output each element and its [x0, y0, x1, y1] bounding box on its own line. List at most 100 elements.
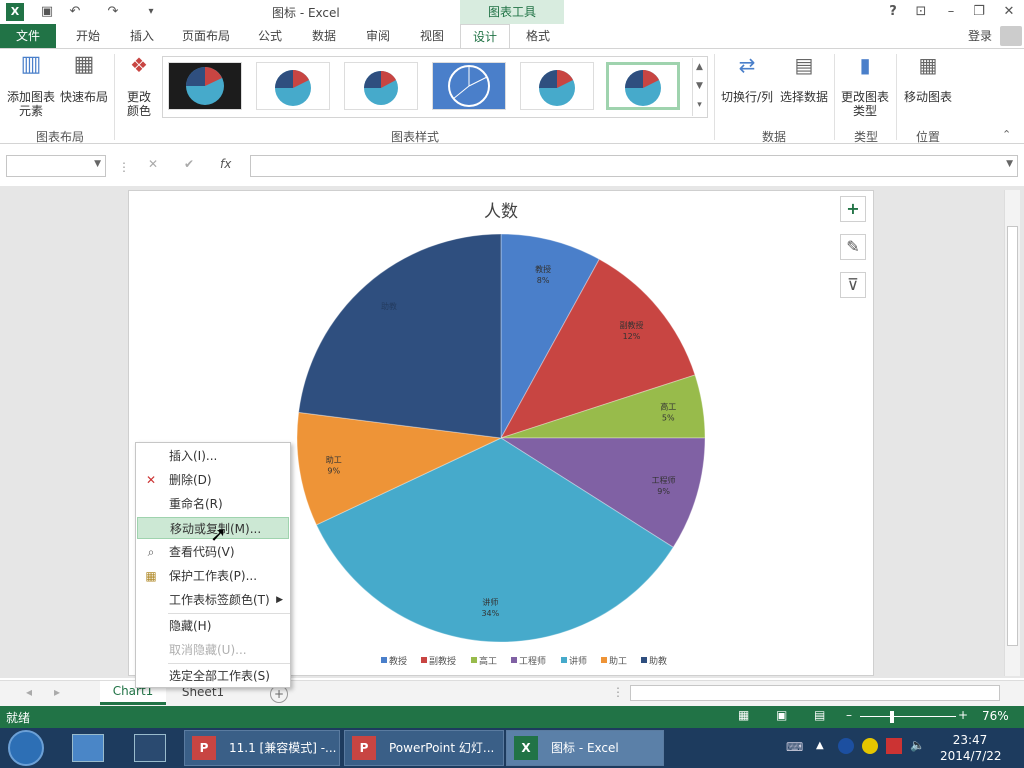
menu-item-hide[interactable]: 隐藏(H)	[137, 615, 289, 637]
tab-view[interactable]: 视图	[410, 24, 454, 48]
chart-style-6[interactable]	[606, 62, 680, 110]
scroll-right-icon[interactable]: ▸	[54, 685, 60, 699]
data-label-category[interactable]: 助工	[326, 454, 342, 464]
chart-style-1[interactable]	[168, 62, 242, 110]
data-label-category[interactable]: 高工	[660, 402, 676, 412]
switch-row-column-button[interactable]: ⇄ 切换行/列	[718, 55, 776, 104]
scroll-left-icon[interactable]: ◂	[26, 685, 32, 699]
legend-swatch[interactable]	[421, 657, 427, 663]
help-button[interactable]: ?	[884, 3, 902, 21]
chart-style-2[interactable]	[256, 62, 330, 110]
zoom-slider[interactable]	[860, 716, 956, 717]
tab-formulas[interactable]: 公式	[248, 24, 292, 48]
legend-entry[interactable]: 高工	[479, 655, 497, 667]
add-chart-element-button[interactable]: ▥ 添加图表元素	[4, 54, 58, 119]
show-desktop-icon[interactable]	[72, 734, 104, 762]
chevron-down-icon[interactable]: ▼	[1006, 159, 1013, 169]
tab-review[interactable]: 审阅	[356, 24, 400, 48]
network-tray-icon[interactable]	[838, 738, 854, 754]
scroll-thumb[interactable]	[1007, 226, 1018, 646]
name-box[interactable]: ▼	[6, 155, 106, 177]
login-link[interactable]: 登录	[962, 24, 998, 48]
page-layout-view-icon[interactable]: ▣	[776, 708, 787, 722]
tab-page-layout[interactable]: 页面布局	[174, 24, 238, 48]
chart-styles-brush-icon[interactable]: ✎	[840, 234, 866, 260]
menu-item-tab-color[interactable]: 工作表标签颜色(T) ▶	[137, 589, 289, 611]
chevron-down-icon[interactable]: ▼	[94, 159, 101, 169]
tab-format[interactable]: 格式	[516, 24, 560, 48]
restore-button[interactable]: ❐	[970, 3, 988, 21]
quick-layout-button[interactable]: ▦ 快速布局	[60, 54, 108, 105]
minimize-button[interactable]: –	[942, 3, 960, 21]
menu-item-rename[interactable]: 重命名(R)	[137, 493, 289, 515]
pie-slice-助教[interactable]	[298, 233, 502, 439]
tab-home[interactable]: 开始	[66, 24, 110, 48]
data-label-category[interactable]: 讲师	[482, 597, 498, 607]
data-label-percent[interactable]: 12%	[623, 332, 641, 341]
keyboard-icon[interactable]: ⌨	[786, 740, 803, 754]
cancel-icon[interactable]: ✕	[148, 157, 158, 171]
zoom-slider-thumb[interactable]	[890, 711, 894, 723]
data-label-category[interactable]: 副教授	[619, 320, 643, 330]
chart-style-5[interactable]	[520, 62, 594, 110]
legend-entry[interactable]: 助教	[649, 655, 667, 667]
insert-function-button[interactable]: fx	[220, 157, 231, 171]
formula-input[interactable]: ▼	[250, 155, 1018, 177]
chart-filters-icon[interactable]: ⊽	[840, 272, 866, 298]
undo-icon[interactable]: ↶	[66, 3, 84, 21]
data-label-category[interactable]: 助教	[381, 301, 397, 311]
legend-swatch[interactable]	[601, 657, 607, 663]
horizontal-scrollbar[interactable]	[630, 685, 1000, 701]
data-label-category[interactable]: 工程师	[652, 475, 676, 485]
chart-style-4[interactable]	[432, 62, 506, 110]
legend-entry[interactable]: 工程师	[519, 655, 546, 667]
menu-item-select-all-sheets[interactable]: 选定全部工作表(S)	[137, 665, 289, 687]
select-data-button[interactable]: ▤ 选择数据	[778, 55, 830, 104]
legend-entry[interactable]: 教授	[389, 655, 407, 667]
legend-swatch[interactable]	[471, 657, 477, 663]
tab-design[interactable]: 设计	[460, 24, 510, 48]
ribbon-display-icon[interactable]: ⊡	[912, 3, 930, 21]
enter-icon[interactable]: ✔	[184, 157, 194, 171]
legend-swatch[interactable]	[381, 657, 387, 663]
redo-icon[interactable]: ↷	[104, 3, 122, 21]
legend-swatch[interactable]	[641, 657, 647, 663]
data-label-percent[interactable]: 9%	[657, 487, 670, 496]
menu-item-insert[interactable]: 插入(I)...	[137, 445, 289, 467]
tray-expand-icon[interactable]: ▲	[816, 740, 824, 751]
data-label-category[interactable]: 教授	[535, 264, 551, 274]
save-icon[interactable]: ▣	[38, 3, 56, 21]
collapse-ribbon-icon[interactable]: ⌃	[1002, 128, 1011, 141]
task-manager-icon[interactable]	[134, 734, 166, 762]
data-label-percent[interactable]: 5%	[662, 414, 675, 423]
data-label-percent[interactable]: 34%	[481, 609, 499, 618]
chart-elements-button[interactable]: +	[840, 196, 866, 222]
legend-entry[interactable]: 助工	[609, 655, 627, 667]
data-label-percent[interactable]: 8%	[537, 276, 550, 285]
zoom-out-button[interactable]: –	[846, 708, 852, 722]
legend-entry[interactable]: 副教授	[429, 655, 456, 667]
tab-file[interactable]: 文件	[0, 24, 56, 48]
app-tray-icon[interactable]	[862, 738, 878, 754]
start-button[interactable]	[8, 730, 44, 766]
menu-item-delete[interactable]: ✕ 删除(D)	[137, 469, 289, 491]
move-chart-button[interactable]: ▦ 移动图表	[900, 55, 956, 104]
gallery-scroll[interactable]: ▲ ▼ ▾	[692, 58, 706, 116]
data-label-percent[interactable]: 9%	[327, 466, 340, 475]
tab-insert[interactable]: 插入	[120, 24, 164, 48]
customize-qat-icon[interactable]: ▾	[142, 3, 160, 21]
change-colors-button[interactable]: ❖ 更改颜色	[118, 55, 160, 118]
security-tray-icon[interactable]	[886, 738, 902, 754]
page-break-view-icon[interactable]: ▤	[814, 708, 825, 722]
tab-splitter[interactable]: ⋮	[612, 685, 624, 699]
clock[interactable]: 23:47 2014/7/22	[940, 732, 1002, 764]
change-chart-type-button[interactable]: ▮ 更改图表类型	[838, 55, 892, 118]
close-button[interactable]: ✕	[1000, 3, 1018, 21]
legend-swatch[interactable]	[511, 657, 517, 663]
zoom-level[interactable]: 76%	[982, 709, 1009, 723]
zoom-in-button[interactable]: +	[958, 708, 968, 722]
volume-icon[interactable]: 🔈	[910, 738, 925, 752]
tab-data[interactable]: 数据	[302, 24, 346, 48]
chart-title[interactable]: 人数	[484, 202, 518, 222]
legend-swatch[interactable]	[561, 657, 567, 663]
